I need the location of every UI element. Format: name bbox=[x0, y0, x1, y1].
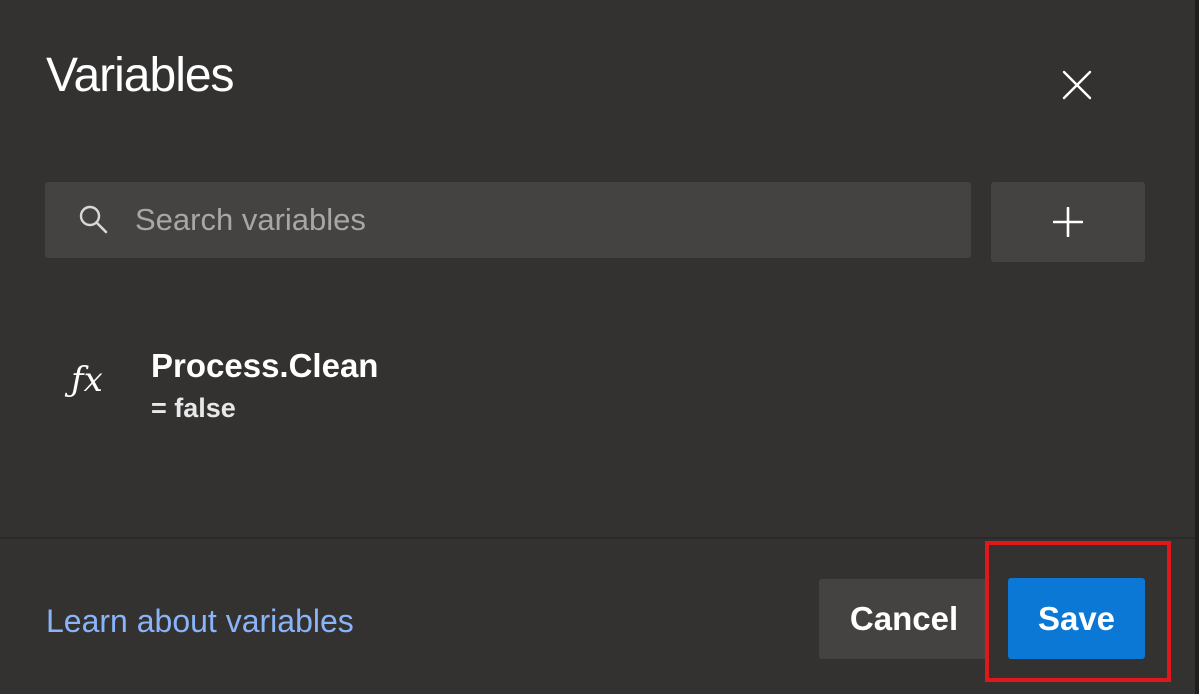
search-input[interactable] bbox=[135, 182, 955, 258]
add-variable-button[interactable] bbox=[991, 182, 1145, 262]
search-box bbox=[45, 182, 971, 258]
search-icon bbox=[79, 205, 108, 234]
variable-value: = false bbox=[151, 393, 236, 423]
variable-list-item[interactable]: ƒx Process.Clean = false bbox=[45, 330, 1145, 440]
footer-divider bbox=[0, 537, 1195, 539]
save-button[interactable]: Save bbox=[1008, 578, 1145, 659]
window-edge bbox=[1195, 0, 1199, 694]
close-icon bbox=[1062, 70, 1092, 100]
variables-dialog: Variables ƒx Process.Clean = false Learn… bbox=[0, 0, 1199, 694]
plus-icon bbox=[1053, 207, 1083, 237]
dialog-title: Variables bbox=[46, 49, 235, 102]
variable-name: Process.Clean bbox=[151, 347, 379, 384]
close-button[interactable] bbox=[1050, 58, 1104, 112]
learn-about-variables-link[interactable]: Learn about variables bbox=[46, 600, 354, 642]
cancel-button[interactable]: Cancel bbox=[819, 579, 989, 659]
fx-icon: ƒx bbox=[71, 360, 103, 400]
